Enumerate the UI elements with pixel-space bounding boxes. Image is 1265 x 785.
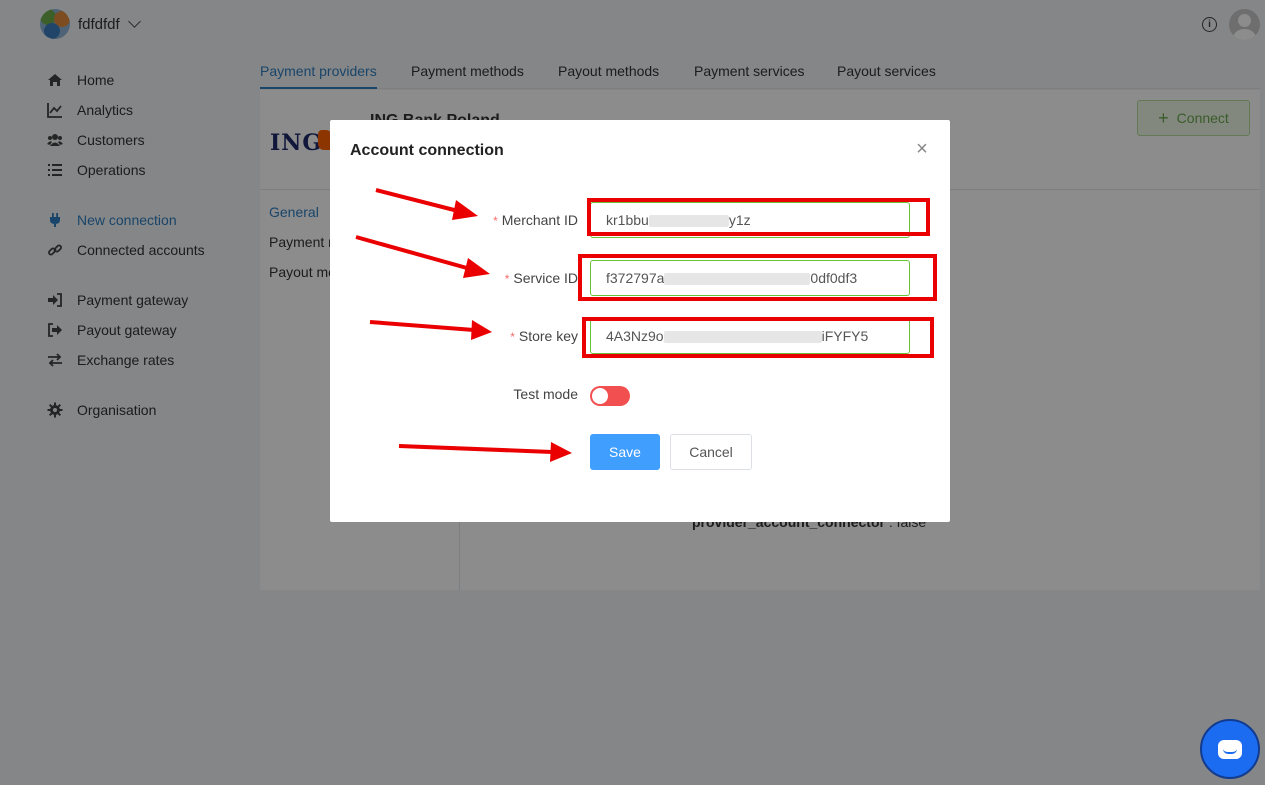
toggle-knob — [592, 388, 608, 404]
highlight-service-id — [578, 254, 937, 301]
cancel-button[interactable]: Cancel — [670, 434, 752, 470]
test-mode-label: Test mode — [513, 386, 578, 402]
modal-title: Account connection — [350, 142, 504, 159]
chat-button[interactable] — [1200, 719, 1260, 779]
close-icon[interactable]: × — [914, 139, 930, 159]
merchant-id-label: * Merchant ID — [493, 212, 578, 228]
highlight-merchant-id — [587, 198, 930, 236]
save-button[interactable]: Save — [590, 434, 660, 470]
chat-icon — [1218, 739, 1242, 759]
highlight-store-key — [582, 317, 934, 358]
test-mode-toggle[interactable] — [590, 386, 630, 406]
service-id-label: * Service ID — [504, 270, 578, 286]
store-key-label: * Store key — [510, 328, 578, 344]
